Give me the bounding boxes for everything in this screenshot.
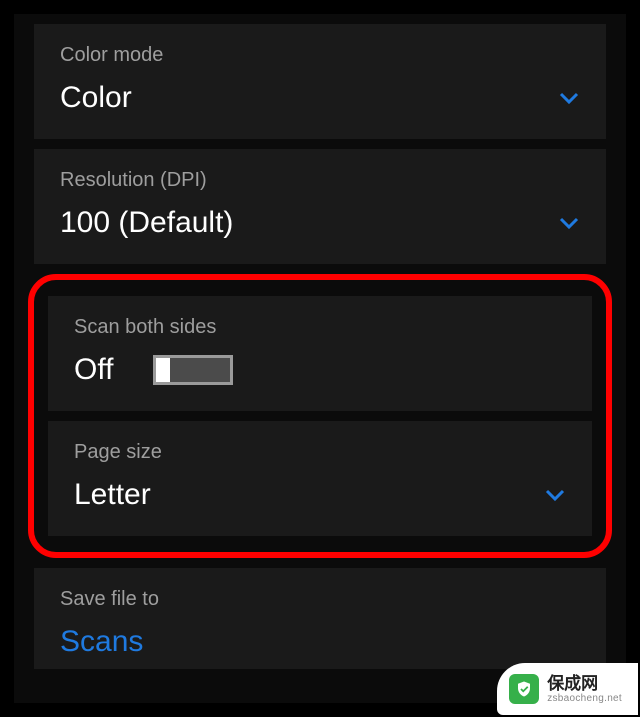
resolution-value: 100 (Default) — [60, 206, 233, 240]
scan-both-sides-label: Scan both sides — [74, 316, 566, 339]
chevron-down-icon[interactable] — [558, 212, 580, 234]
page-size-value: Letter — [74, 478, 151, 512]
shield-icon — [509, 674, 539, 704]
save-file-to-value[interactable]: Scans — [60, 625, 143, 659]
watermark-subtitle: zsbaocheng.net — [547, 694, 622, 704]
scan-both-sides-toggle[interactable] — [153, 355, 233, 385]
color-mode-label: Color mode — [60, 44, 580, 67]
color-mode-value: Color — [60, 81, 132, 115]
scan-both-sides-setting: Scan both sides Off — [48, 296, 592, 411]
chevron-down-icon[interactable] — [558, 87, 580, 109]
toggle-knob — [156, 358, 170, 382]
chevron-down-icon[interactable] — [544, 484, 566, 506]
watermark-title: 保成网 — [547, 675, 622, 692]
resolution-label: Resolution (DPI) — [60, 169, 580, 192]
save-file-to-label: Save file to — [60, 588, 580, 611]
scan-both-sides-value: Off — [74, 353, 113, 387]
highlight-box: Scan both sides Off Page size Letter — [28, 274, 612, 558]
resolution-setting[interactable]: Resolution (DPI) 100 (Default) — [34, 149, 606, 264]
watermark-badge: 保成网 zsbaocheng.net — [499, 665, 636, 713]
page-size-label: Page size — [74, 441, 566, 464]
color-mode-setting[interactable]: Color mode Color — [34, 24, 606, 139]
save-file-to-setting[interactable]: Save file to Scans — [34, 568, 606, 669]
page-size-setting[interactable]: Page size Letter — [48, 421, 592, 536]
